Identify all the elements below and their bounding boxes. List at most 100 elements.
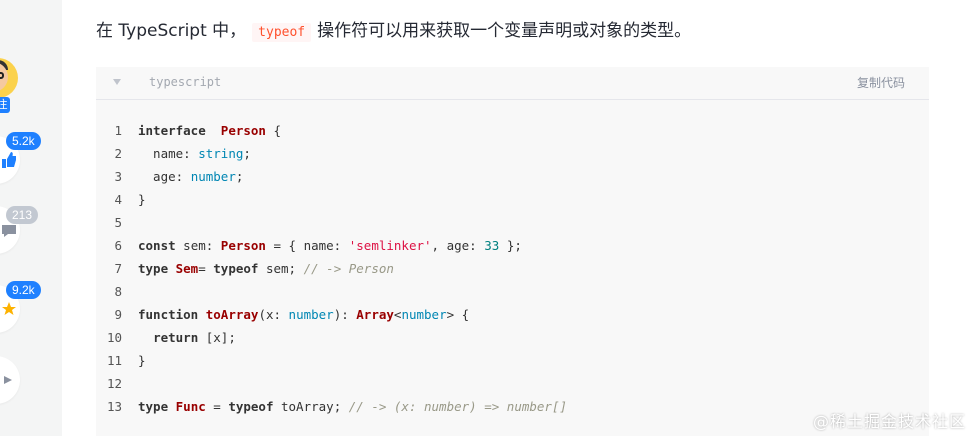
- code-token: Sem: [168, 261, 199, 276]
- thumb-up-icon: [2, 152, 16, 168]
- code-token: age:: [138, 169, 191, 184]
- line-number: 11: [106, 353, 122, 368]
- code-token: // -> (x: number) => number[]: [348, 399, 567, 414]
- code-line-text: age: number;: [138, 165, 243, 188]
- code-line-text: }: [138, 188, 146, 211]
- code-token: sem:: [175, 238, 221, 253]
- code-line: 4}: [96, 188, 929, 211]
- code-line: 6 const sem: Person = { name: 'semlinker'…: [96, 234, 929, 257]
- code-token: 33: [484, 238, 500, 253]
- code-line: 10 return [x];: [96, 326, 929, 349]
- code-token: // -> Person: [303, 261, 394, 276]
- code-token: 'semlinker': [348, 238, 432, 253]
- code-token: return: [153, 330, 199, 345]
- comment-icon: [2, 225, 16, 237]
- paragraph-text-before: 在 TypeScript 中，: [96, 21, 247, 41]
- collapse-caret-icon[interactable]: [113, 79, 121, 85]
- code-token: =: [205, 399, 229, 414]
- line-number: 12: [106, 376, 122, 391]
- article-body: 在 TypeScript 中， typeof 操作符可以用来获取一个变量声明或对象的…: [62, 0, 972, 436]
- code-token: typeof: [213, 261, 259, 276]
- article-paragraph: 在 TypeScript 中， typeof 操作符可以用来获取一个变量声明或对象的…: [96, 18, 691, 46]
- copy-code-button[interactable]: 复制代码: [857, 74, 905, 91]
- code-token: Person: [220, 238, 266, 253]
- code-token: };: [499, 238, 522, 253]
- code-line-text: type Func = typeof toArray; // -> (x: nu…: [138, 395, 567, 418]
- code-token: number: [288, 307, 334, 322]
- code-token: interface: [138, 123, 206, 138]
- code-token: (x:: [258, 307, 289, 322]
- article-action-rail: 注 5.2k 213 9.2k: [0, 0, 62, 436]
- code-token: sem;: [258, 261, 304, 276]
- code-token: number: [401, 307, 447, 322]
- code-line-text: }: [138, 349, 146, 372]
- code-token: = { name:: [265, 238, 349, 253]
- code-token: name:: [138, 146, 199, 161]
- code-line: 13 type Func = typeof toArray; // -> (x: …: [96, 395, 929, 418]
- code-line: 12: [96, 372, 929, 395]
- code-token: ;: [235, 169, 244, 184]
- collect-count-badge: 9.2k: [6, 281, 41, 299]
- star-icon: [2, 302, 16, 315]
- code-token: }: [138, 192, 146, 207]
- comment-count-badge: 213: [6, 206, 39, 224]
- code-token: number: [190, 169, 236, 184]
- code-token: string: [198, 146, 244, 161]
- code-line-text: name: string;: [138, 142, 251, 165]
- line-number: 1: [114, 123, 122, 138]
- paragraph-text-after: 操作符可以用来获取一个变量声明或对象的类型。: [317, 21, 692, 41]
- code-token: ;: [243, 146, 251, 161]
- follow-badge[interactable]: 注: [0, 97, 10, 113]
- code-line-text: return [x];: [138, 326, 236, 349]
- code-token: type: [138, 261, 169, 276]
- line-number: 10: [106, 330, 122, 345]
- code-token: [x];: [198, 330, 236, 345]
- share-button[interactable]: [0, 356, 20, 404]
- code-token: Func: [175, 399, 206, 414]
- code-token: =: [198, 261, 214, 276]
- code-line-text: interface Person {: [138, 119, 281, 142]
- line-number: 13: [106, 399, 122, 414]
- code-line: 1 interface Person {: [96, 119, 929, 142]
- line-number: 8: [114, 284, 122, 299]
- code-token: function: [138, 307, 199, 322]
- author-avatar[interactable]: [0, 58, 18, 98]
- code-token: toArray: [205, 307, 259, 322]
- code-line-text: type Sem= typeof sem; // -> Person: [138, 257, 394, 280]
- line-number: 3: [114, 169, 122, 184]
- line-number: 9: [114, 307, 122, 322]
- code-line-text: function toArray(x: number): Array<numbe…: [138, 303, 469, 326]
- code-token: typeof: [228, 399, 274, 414]
- code-token: const: [138, 238, 176, 253]
- code-line: 9 function toArray(x: number): Array<numb…: [96, 303, 929, 326]
- line-number: 6: [114, 238, 122, 253]
- line-number: 4: [114, 192, 122, 207]
- code-line: 11}: [96, 349, 929, 372]
- code-line: 8: [96, 280, 929, 303]
- line-number: 2: [114, 146, 122, 161]
- code-block-header: typescript 复制代码: [96, 67, 929, 100]
- code-line: 7 type Sem= typeof sem; // -> Person: [96, 257, 929, 280]
- code-line: 2 name: string;: [96, 142, 929, 165]
- watermark: @稀土掘金技术社区: [812, 412, 966, 431]
- line-number: 5: [114, 215, 122, 230]
- code-line: 3 age: number;: [96, 165, 929, 188]
- code-token: ):: [333, 307, 357, 322]
- code-token: type: [138, 399, 169, 414]
- code-line: 5: [96, 211, 929, 234]
- code-token: Array: [356, 307, 394, 322]
- code-token: toArray;: [273, 399, 349, 414]
- code-language-label: typescript: [149, 75, 222, 89]
- code-token: , age:: [431, 238, 485, 253]
- line-number: 7: [114, 261, 122, 276]
- code-token: {: [265, 123, 282, 138]
- code-lines: 1 interface Person {2 name: string; 3 age:…: [96, 119, 929, 418]
- like-count-badge: 5.2k: [6, 132, 41, 150]
- inline-code: typeof: [252, 23, 312, 42]
- code-token: Person: [220, 123, 266, 138]
- code-block: typescript 复制代码 1 interface Person {2 nam…: [96, 67, 929, 436]
